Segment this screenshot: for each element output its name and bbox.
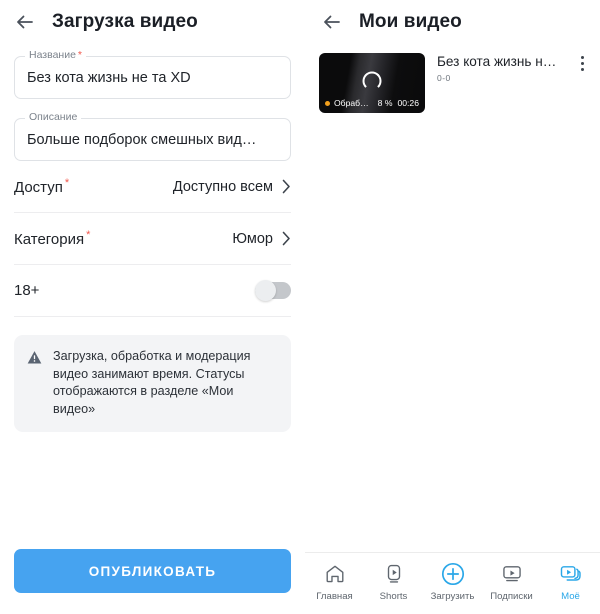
chevron-right-icon: [282, 231, 291, 246]
access-row-value: Доступно всем: [172, 178, 273, 195]
page-title: Загрузка видео: [52, 11, 198, 32]
status-dot-icon: [325, 100, 330, 106]
list-item[interactable]: Обработ… 8 % 00:26 Без кота жизнь н… 0-0: [305, 44, 600, 113]
access-row-right: Доступно всем: [173, 179, 291, 195]
home-icon: [324, 562, 346, 585]
chevron-right-icon: [282, 179, 291, 194]
shorts-icon: [383, 562, 405, 585]
title-input[interactable]: Без кота жизнь не та XD: [14, 56, 291, 99]
title-input-value: Без кота жизнь не та XD: [27, 69, 191, 86]
my-videos-screen: Мои видео Обработ… 8 % 00:26 Без кота жи…: [305, 0, 600, 614]
video-title: Без кота жизнь н…: [437, 54, 557, 69]
category-row-right: Юмор: [232, 231, 291, 247]
kebab-dot: [580, 56, 584, 59]
arrow-left-icon[interactable]: [14, 11, 36, 33]
video-thumbnail[interactable]: Обработ… 8 % 00:26: [319, 53, 425, 113]
video-duration: 00:26: [397, 98, 419, 108]
title-field-label: Название *: [25, 49, 87, 62]
progress-percent: 8 %: [377, 98, 393, 108]
page-title: Мои видео: [359, 11, 462, 32]
my-videos-appbar: Мои видео: [305, 0, 600, 44]
arrow-left-icon[interactable]: [321, 11, 343, 33]
description-input-value: Больше подборок смешных вид…: [27, 131, 257, 148]
publish-button[interactable]: ОПУБЛИКОВАТЬ: [14, 549, 291, 593]
processing-notice-text: Загрузка, обработка и модерация видео за…: [53, 349, 251, 416]
kebab-dot: [580, 68, 584, 71]
nav-label-subscriptions: Подписки: [490, 591, 533, 602]
description-field-wrapper: Описание Больше подборок смешных вид…: [14, 111, 291, 161]
category-row-value: Юмор: [232, 230, 273, 247]
nav-item-home[interactable]: Главная: [306, 562, 364, 602]
title-required-marker: *: [77, 49, 83, 61]
nav-item-my-videos[interactable]: Моё: [542, 562, 600, 602]
upload-appbar: Загрузка видео: [0, 0, 305, 44]
video-subtitle: 0-0: [437, 73, 451, 83]
nav-label-home: Главная: [316, 591, 353, 602]
age-restriction-label: 18+: [14, 282, 40, 299]
age-restriction-toggle[interactable]: [255, 280, 291, 301]
nav-label-my-videos: Моё: [561, 591, 580, 602]
processing-notice: Загрузка, обработка и модерация видео за…: [14, 335, 291, 432]
my-videos-icon: [559, 562, 582, 585]
title-field-wrapper: Название * Без кота жизнь не та XD: [14, 49, 291, 99]
video-status-overlay: Обработ… 8 % 00:26: [319, 98, 425, 108]
title-field-label-text: Название: [29, 49, 76, 61]
loading-spinner-icon: [362, 71, 382, 91]
nav-label-upload: Загрузить: [430, 591, 475, 602]
category-row-label: Категория *: [14, 229, 90, 248]
nav-label-shorts: Shorts: [379, 591, 408, 602]
video-meta: Без кота жизнь н… 0-0: [425, 53, 574, 83]
access-row-label: Доступ *: [14, 177, 69, 196]
plus-circle-icon: [441, 562, 465, 585]
publish-button-wrapper: ОПУБЛИКОВАТЬ: [14, 549, 291, 593]
nav-item-subscriptions[interactable]: Подписки: [483, 562, 541, 602]
subscriptions-icon: [501, 562, 523, 585]
access-row[interactable]: Доступ * Доступно всем: [14, 161, 291, 213]
status-label: Обработ…: [334, 98, 372, 108]
warning-triangle-icon: [27, 350, 42, 365]
nav-item-upload[interactable]: Загрузить: [424, 562, 482, 602]
age-restriction-row[interactable]: 18+: [14, 265, 291, 317]
upload-video-screen: Загрузка видео Название * Без кота жизнь …: [0, 0, 305, 614]
kebab-dot: [580, 62, 584, 65]
category-row-label-text: Категория: [14, 231, 85, 248]
category-row[interactable]: Категория * Юмор: [14, 213, 291, 265]
access-required-marker: *: [64, 177, 70, 189]
kebab-menu-icon[interactable]: [574, 53, 590, 71]
description-input[interactable]: Больше подборок смешных вид…: [14, 118, 291, 161]
toggle-knob: [255, 280, 276, 301]
access-row-label-text: Доступ: [14, 179, 63, 196]
bottom-navigation: Главная Shorts Загрузить Подписки Моё: [305, 552, 600, 614]
description-field-label: Описание: [25, 111, 82, 124]
category-required-marker: *: [86, 229, 91, 241]
nav-item-shorts[interactable]: Shorts: [365, 562, 423, 602]
